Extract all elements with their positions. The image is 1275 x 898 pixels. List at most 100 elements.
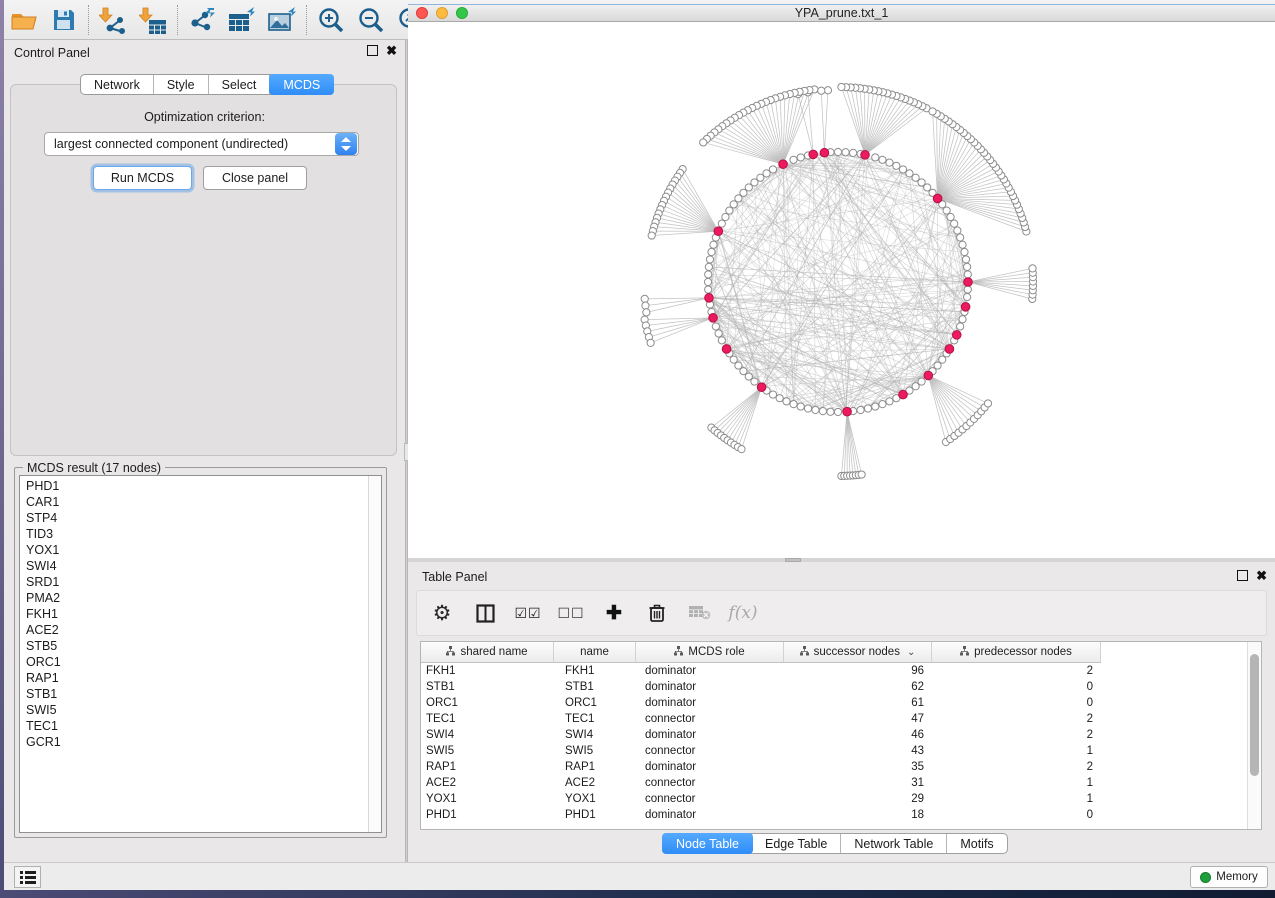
table-row[interactable]: RAP1RAP1dominator352 xyxy=(421,759,1247,775)
graph-leaf-node[interactable] xyxy=(647,339,654,346)
select-all-icon[interactable]: ☑☑ xyxy=(515,600,541,626)
graph-node[interactable] xyxy=(947,213,954,220)
table-row[interactable]: FKH1FKH1dominator962 xyxy=(421,663,1247,679)
mcds-result-item[interactable]: YOX1 xyxy=(20,542,367,558)
column-header-successor-nodes[interactable]: successor nodes⌄ xyxy=(784,642,932,663)
graph-leaf-node[interactable] xyxy=(838,83,845,90)
graph-node[interactable] xyxy=(886,398,893,405)
mcds-result-item[interactable]: FKH1 xyxy=(20,606,367,622)
network-graph[interactable] xyxy=(408,22,1275,518)
deselect-all-icon[interactable]: ☐☐ xyxy=(558,600,584,626)
graph-node[interactable] xyxy=(849,149,856,156)
graph-leaf-node[interactable] xyxy=(642,302,649,309)
graph-dominator-node[interactable] xyxy=(705,294,714,303)
graph-node[interactable] xyxy=(961,248,968,255)
graph-node[interactable] xyxy=(918,378,925,385)
graph-node[interactable] xyxy=(769,391,776,398)
tab-mcds[interactable]: MCDS xyxy=(269,74,334,95)
graph-dominator-node[interactable] xyxy=(861,151,870,160)
mcds-result-item[interactable]: STP4 xyxy=(20,510,367,526)
graph-node[interactable] xyxy=(964,286,971,293)
memory-button[interactable]: Memory xyxy=(1190,866,1268,888)
mcds-result-item[interactable]: RAP1 xyxy=(20,670,367,686)
import-network-icon[interactable] xyxy=(93,3,133,37)
graph-dominator-node[interactable] xyxy=(820,148,829,157)
graph-dominator-node[interactable] xyxy=(714,227,723,236)
run-mcds-button[interactable]: Run MCDS xyxy=(93,166,192,190)
delete-trash-icon[interactable] xyxy=(644,600,670,626)
graph-node[interactable] xyxy=(783,398,790,405)
graph-node[interactable] xyxy=(962,256,969,263)
graph-leaf-node[interactable] xyxy=(1029,265,1036,272)
table-row[interactable]: ORC1ORC1dominator610 xyxy=(421,695,1247,711)
graph-node[interactable] xyxy=(899,166,906,173)
graph-dominator-node[interactable] xyxy=(899,390,908,399)
open-folder-icon[interactable] xyxy=(4,3,44,37)
tab-select[interactable]: Select xyxy=(209,75,271,94)
graph-node[interactable] xyxy=(790,401,797,408)
graph-node[interactable] xyxy=(906,170,913,177)
graph-dominator-node[interactable] xyxy=(952,331,961,340)
graph-node[interactable] xyxy=(718,220,725,227)
table-row[interactable]: YOX1YOX1connector291 xyxy=(421,791,1247,807)
graph-node[interactable] xyxy=(842,149,849,156)
mcds-result-item[interactable]: ORC1 xyxy=(20,654,367,670)
graph-node[interactable] xyxy=(797,403,804,410)
graph-node[interactable] xyxy=(964,293,971,300)
graph-dominator-node[interactable] xyxy=(961,303,970,312)
tab-network[interactable]: Network xyxy=(81,75,154,94)
mcds-result-item[interactable]: GCR1 xyxy=(20,734,367,750)
mcds-result-item[interactable]: CAR1 xyxy=(20,494,367,510)
graph-node[interactable] xyxy=(715,330,722,337)
graph-node[interactable] xyxy=(864,405,871,412)
table-row[interactable]: SWI4SWI4dominator462 xyxy=(421,727,1247,743)
tab-style[interactable]: Style xyxy=(154,75,209,94)
graph-dominator-node[interactable] xyxy=(964,278,973,287)
graph-node[interactable] xyxy=(804,405,811,412)
mcds-result-item[interactable]: PMA2 xyxy=(20,590,367,606)
tab-motifs[interactable]: Motifs xyxy=(947,834,1006,853)
graph-node[interactable] xyxy=(857,406,864,413)
graph-node[interactable] xyxy=(704,278,711,285)
graph-node[interactable] xyxy=(819,408,826,415)
graph-node[interactable] xyxy=(718,337,725,344)
graph-dominator-node[interactable] xyxy=(843,407,852,416)
close-panel-button[interactable]: Close panel xyxy=(203,166,307,190)
criterion-dropdown[interactable]: largest connected component (undirected) xyxy=(44,132,359,156)
graph-leaf-node[interactable] xyxy=(700,139,707,146)
graph-node[interactable] xyxy=(769,166,776,173)
graph-node[interactable] xyxy=(834,148,841,155)
graph-node[interactable] xyxy=(879,156,886,163)
mcds-result-item[interactable]: SWI4 xyxy=(20,558,367,574)
graph-leaf-node[interactable] xyxy=(643,309,650,316)
mcds-result-item[interactable]: TEC1 xyxy=(20,718,367,734)
import-table-icon[interactable] xyxy=(133,3,173,37)
graph-leaf-node[interactable] xyxy=(738,446,745,453)
graph-node[interactable] xyxy=(954,227,961,234)
column-header-MCDS-role[interactable]: MCDS role xyxy=(636,642,784,663)
graph-node[interactable] xyxy=(722,213,729,220)
column-header-predecessor-nodes[interactable]: predecessor nodes xyxy=(932,642,1101,663)
tab-edge-table[interactable]: Edge Table xyxy=(752,834,841,853)
graph-dominator-node[interactable] xyxy=(945,345,954,354)
mcds-result-item[interactable]: ACE2 xyxy=(20,622,367,638)
float-table-panel-icon[interactable] xyxy=(1237,570,1248,581)
graph-node[interactable] xyxy=(957,323,964,330)
graph-leaf-node[interactable] xyxy=(984,400,991,407)
graph-node[interactable] xyxy=(705,286,712,293)
tab-network-table[interactable]: Network Table xyxy=(841,834,947,853)
save-icon[interactable] xyxy=(44,3,84,37)
table-row[interactable]: ACE2ACE2connector311 xyxy=(421,775,1247,791)
mcds-list-scrollbar[interactable] xyxy=(368,476,381,832)
graph-node[interactable] xyxy=(951,220,958,227)
graph-node[interactable] xyxy=(893,162,900,169)
graph-node[interactable] xyxy=(964,263,971,270)
graph-dominator-node[interactable] xyxy=(809,150,818,159)
graph-node[interactable] xyxy=(712,323,719,330)
graph-node[interactable] xyxy=(959,241,966,248)
mcds-result-item[interactable]: TID3 xyxy=(20,526,367,542)
graph-node[interactable] xyxy=(957,234,964,241)
graph-node[interactable] xyxy=(872,154,879,161)
graph-node[interactable] xyxy=(834,408,841,415)
graph-node[interactable] xyxy=(964,271,971,278)
